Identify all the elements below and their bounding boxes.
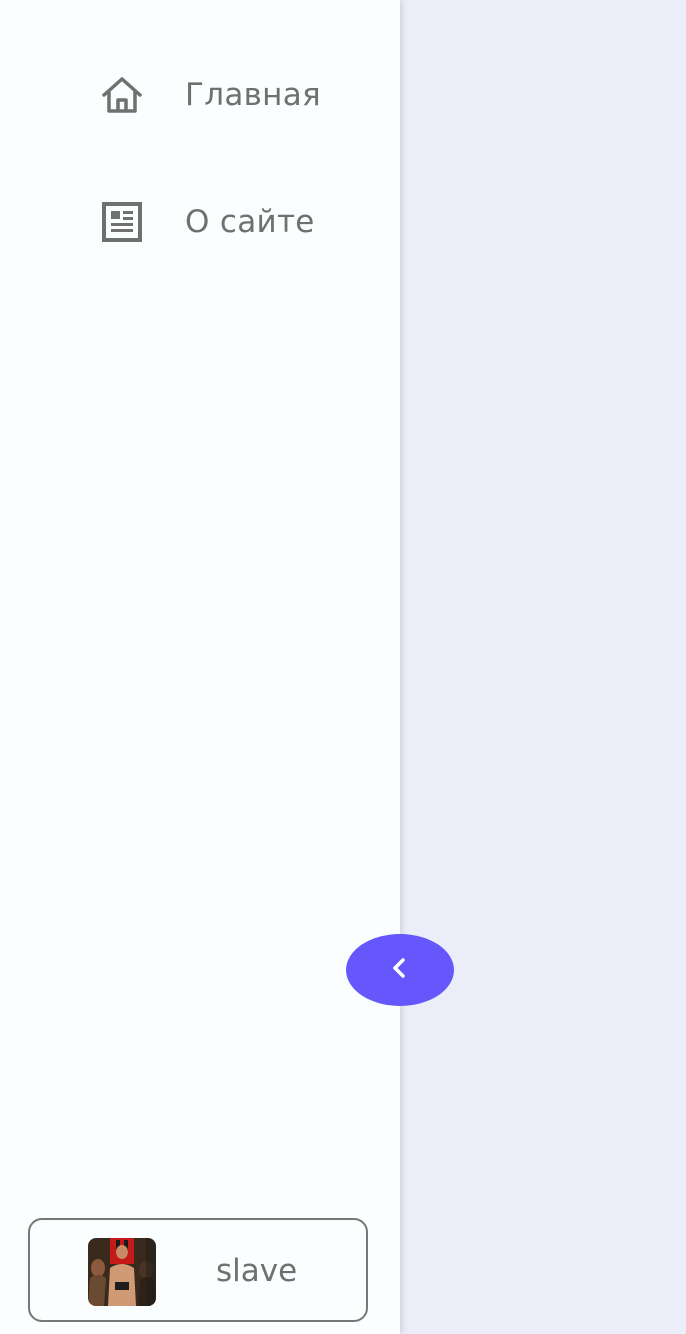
sidebar-item-home[interactable]: Главная <box>0 55 400 135</box>
sidebar-item-label: Главная <box>185 77 321 113</box>
chevron-left-icon <box>388 956 412 984</box>
user-profile-card[interactable]: slave <box>28 1218 368 1322</box>
collapse-sidebar-button[interactable] <box>346 934 454 1006</box>
sidebar-item-about[interactable]: О сайте <box>0 182 400 262</box>
home-icon <box>100 73 144 117</box>
sidebar-item-label: О сайте <box>185 204 315 240</box>
article-icon <box>100 200 144 244</box>
avatar <box>88 1238 156 1306</box>
sidebar-drawer: Главная О сайте slave <box>0 0 400 1334</box>
user-name: slave <box>216 1253 298 1289</box>
